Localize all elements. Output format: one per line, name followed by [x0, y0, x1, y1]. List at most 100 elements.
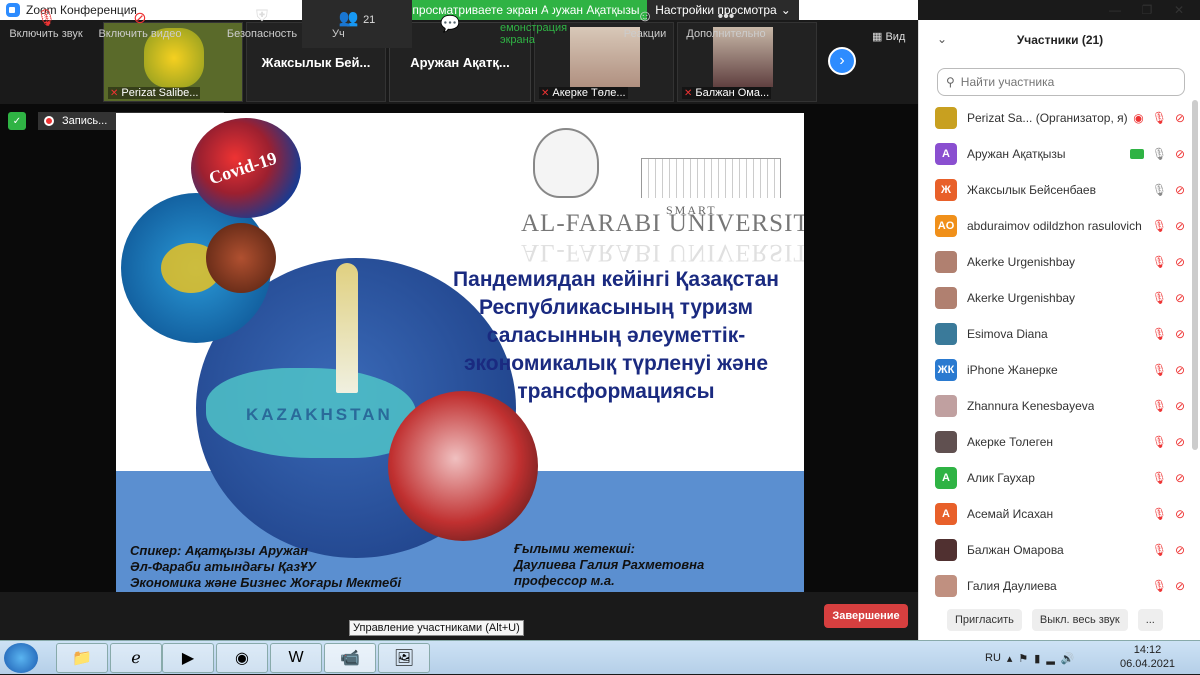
clock[interactable]: 14:12 06.04.2021 [1120, 643, 1175, 671]
camera-off-icon: ⊘ [1174, 291, 1185, 305]
avatar [935, 575, 957, 597]
panel-title: Участники (21) [1016, 33, 1104, 47]
camera-off-icon: ⊘ [1174, 471, 1185, 485]
share-screen-button[interactable]: ⬆ емонстрация экрана [500, 0, 600, 48]
mic-muted-icon: ✕ [684, 87, 693, 99]
participant-search[interactable]: ⚲ [937, 68, 1185, 96]
thumbnail-label: ✕ Perizat Salibe... [108, 87, 201, 99]
maximize-button[interactable]: ❐ [1132, 0, 1162, 20]
mic-muted-icon: 🎙 [1151, 471, 1167, 485]
mic-muted-icon: 🎙 [1151, 291, 1167, 305]
participant-row[interactable]: Esimova Diana 🎙 ⊘ [919, 316, 1189, 352]
reactions-button[interactable]: ☺ Реакции [620, 0, 670, 48]
media-player-icon[interactable]: ▶ [162, 643, 214, 673]
participant-name: Балжан Омарова [967, 543, 1064, 557]
more-button[interactable]: ... [1137, 609, 1163, 631]
recording-label: Запись... [62, 115, 108, 127]
participant-row[interactable]: А Асемай Исахан 🎙 ⊘ [919, 496, 1189, 532]
avatar [935, 395, 957, 417]
sharing-icon [1129, 149, 1144, 159]
avatar [935, 251, 957, 273]
al-farabi-portrait [533, 128, 599, 198]
language-indicator[interactable]: RU [985, 652, 1001, 664]
mic-icon: 🎙 [1151, 183, 1167, 197]
baiterek-tower [336, 263, 358, 393]
participant-row[interactable]: А Аружан Ақатқызы 🎙 ⊘ [919, 136, 1189, 172]
participant-row[interactable]: Zhannura Kenesbayeva 🎙 ⊘ [919, 388, 1189, 424]
image-viewer-icon[interactable]: 🖼 [378, 643, 430, 673]
shield-icon: ⛨ [255, 8, 268, 25]
word-icon[interactable]: W [270, 643, 322, 673]
chevron-down-icon: ⌄ [780, 3, 791, 17]
end-meeting-button[interactable]: Завершение [824, 604, 908, 628]
audio-button[interactable]: 🎙 Включить звук [6, 0, 86, 48]
participant-status: 🎙 ⊘ [1152, 507, 1185, 521]
taskbar: 📁 ℯ ▶ ◉ W 📹 🖼 RU ▴ ⚑ ▮ ▂ 🔊 14:12 06.04.20… [0, 640, 1200, 674]
ie-icon[interactable]: ℯ [110, 643, 162, 673]
volume-icon[interactable]: 🔊 [1061, 652, 1075, 665]
avatar: Ж [935, 179, 957, 201]
participants-panel: Участники (21) ⌄ ⚲ Perizat Sa... (Органи… [918, 20, 1200, 640]
chrome-icon[interactable]: ◉ [216, 643, 268, 673]
security-button[interactable]: ⛨ Безопасность [226, 0, 298, 48]
chat-button[interactable]: 💬 [430, 0, 470, 48]
tray-arrow-icon[interactable]: ▴ [1007, 652, 1013, 665]
participant-row[interactable]: Балжан Омарова 🎙 ⊘ [919, 532, 1189, 568]
mic-muted-icon: 🎙 [35, 10, 57, 27]
participant-row[interactable]: Галия Даулиева 🎙 ⊘ [919, 568, 1189, 604]
thumbnail-label: ✕ Акерке Төле... [539, 87, 628, 99]
view-button[interactable]: ▦ Вид [872, 30, 905, 43]
shield-icon[interactable]: ✓ [8, 112, 26, 130]
participant-name: abduraimov odildzhon rasulovich [967, 219, 1142, 233]
participant-row[interactable]: А Алик Гаухар 🎙 ⊘ [919, 460, 1189, 496]
participant-row[interactable]: Акерке Толеген 🎙 ⊘ [919, 424, 1189, 460]
participant-status: 🎙 ⊘ [1152, 219, 1185, 233]
camera-off-icon: ⊘ [1174, 507, 1185, 521]
participant-row[interactable]: AO abduraimov odildzhon rasulovich 🎙 ⊘ [919, 208, 1189, 244]
participant-row[interactable]: ЖК iPhone Жанерке 🎙 ⊘ [919, 352, 1189, 388]
camera-off-icon: ⊘ [1174, 147, 1185, 161]
minimize-button[interactable]: — [1100, 0, 1130, 20]
avatar: А [935, 503, 957, 525]
building-drawing [641, 158, 781, 198]
participant-row[interactable]: Akerke Urgenishbay 🎙 ⊘ [919, 280, 1189, 316]
mic-icon: 🎙 [1151, 147, 1167, 161]
invite-button[interactable]: Пригласить [947, 609, 1022, 631]
mute-all-button[interactable]: Выкл. весь звук [1031, 609, 1128, 631]
kazakhstan-label: KAZAKHSTAN [246, 405, 393, 424]
search-icon: ⚲ [946, 75, 955, 89]
participant-row[interactable]: Akerke Urgenishbay 🎙 ⊘ [919, 244, 1189, 280]
coronavirus-image [388, 391, 538, 541]
participant-status: 🎙 ⊘ [1152, 399, 1185, 413]
avatar: ЖК [935, 359, 957, 381]
speaker-info: Спикер: Ақатқызы Аружан Әл-Фараби атындағ… [130, 543, 402, 590]
flag-icon[interactable]: ⚑ [1018, 652, 1028, 665]
participant-status: 🎙 ⊘ [1152, 291, 1185, 305]
chevron-down-icon[interactable]: ⌄ [937, 32, 947, 46]
next-page-button[interactable]: › [828, 47, 856, 75]
record-icon: ◉ [1133, 111, 1144, 125]
start-button[interactable] [4, 643, 38, 673]
logo-university-text: AL-FARABI UNIVERSITY [521, 210, 804, 237]
mic-muted-icon: ✕ [110, 87, 119, 99]
zoom-taskbar-icon[interactable]: 📹 [324, 643, 376, 673]
camera-off-icon: ⊘ [1174, 183, 1185, 197]
search-input[interactable] [960, 75, 1161, 89]
scrollbar[interactable] [1192, 100, 1198, 450]
participant-name: Perizat Sa... (Организатор, я) [967, 111, 1128, 125]
participants-button[interactable]: 👥 21 Уч [302, 0, 412, 48]
participant-row[interactable]: Perizat Sa... (Организатор, я) ◉ 🎙 ⊘ [919, 100, 1189, 136]
logo-reflection: AL-FARABI UNIVERSITY [521, 239, 804, 266]
more-button[interactable]: ••• Дополнительно [684, 0, 768, 48]
participant-status: 🎙 ⊘ [1152, 435, 1185, 449]
video-button[interactable]: ⊘ Включить видео [98, 0, 182, 48]
close-button[interactable]: ✕ [1164, 0, 1194, 20]
avatar [935, 431, 957, 453]
explorer-icon[interactable]: 📁 [56, 643, 108, 673]
network-icon[interactable]: ▂ [1046, 652, 1054, 665]
university-logo: SMART AL-FARABI UNIVERSITY AL-FARABI UNI… [521, 128, 804, 266]
camera-off-icon: ⊘ [1174, 399, 1185, 413]
participant-row[interactable]: Ж Жаксылык Бейсенбаев 🎙 ⊘ [919, 172, 1189, 208]
participant-name: Akerke Urgenishbay [967, 291, 1076, 305]
battery-icon[interactable]: ▮ [1034, 652, 1040, 665]
